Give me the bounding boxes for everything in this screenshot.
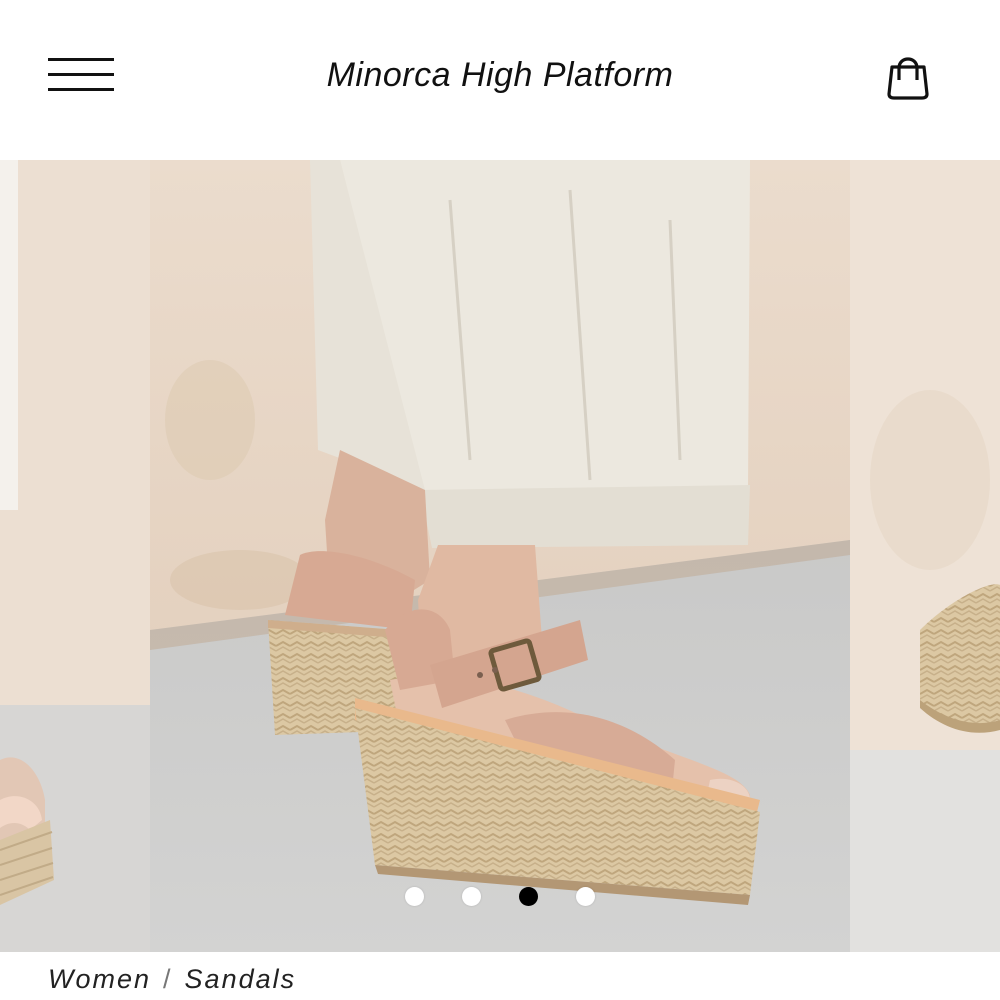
carousel-dot-active[interactable] xyxy=(519,887,538,906)
carousel-pagination xyxy=(0,887,1000,907)
carousel-slide-next[interactable] xyxy=(850,160,1000,952)
shopping-bag-icon xyxy=(887,57,929,100)
cart-button[interactable] xyxy=(884,50,932,102)
menu-button[interactable] xyxy=(48,56,114,94)
top-bar: Minorca High Platform xyxy=(0,0,1000,160)
menu-icon-line xyxy=(48,73,114,76)
menu-icon-line xyxy=(48,88,114,91)
page-title: Minorca High Platform xyxy=(326,56,674,94)
product-photo-previous xyxy=(0,160,150,952)
carousel-dot[interactable] xyxy=(405,887,424,906)
carousel-slide-active[interactable] xyxy=(150,160,850,952)
product-photo xyxy=(150,160,850,952)
breadcrumb-item-sandals[interactable]: Sandals xyxy=(185,964,297,995)
carousel-dot[interactable] xyxy=(576,887,595,906)
breadcrumb-item-women[interactable]: Women xyxy=(48,964,151,995)
breadcrumb: Women / Sandals xyxy=(48,964,296,995)
carousel-slide-previous[interactable] xyxy=(0,160,150,952)
carousel-dot[interactable] xyxy=(462,887,481,906)
product-photo-next xyxy=(850,160,1000,952)
product-image-carousel[interactable] xyxy=(0,160,1000,952)
breadcrumb-separator: / xyxy=(163,964,173,994)
menu-icon-line xyxy=(48,58,114,61)
